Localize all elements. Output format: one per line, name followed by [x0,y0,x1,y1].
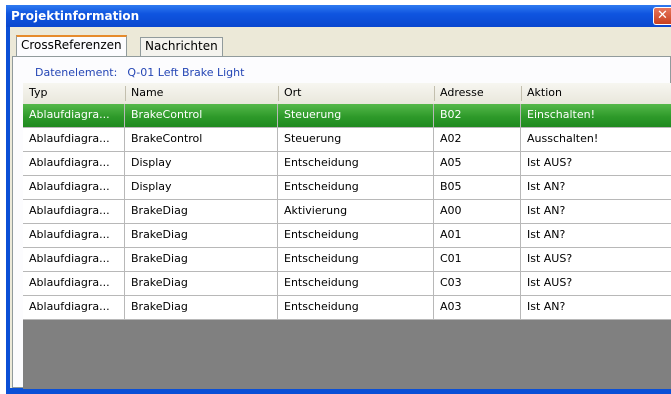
cell-aktion: Ist AN? [527,228,566,241]
tab-nachrichten[interactable]: Nachrichten [140,37,223,56]
cell-aktion: Ist AUS? [527,252,573,265]
cell-adresse: C01 [434,248,521,271]
cell-typ: Ablaufdiagra... [23,128,125,151]
cell-name: BrakeDiag [125,296,278,319]
cell-adresse: B05 [434,176,521,199]
cell-ort: Entscheidung [278,272,434,295]
crossref-table: Typ Name Ort Adresse Aktion Ablaufdiagra… [23,83,671,389]
cell-ort: Steuerung [278,128,434,151]
cell-adresse: A01 [434,224,521,247]
table-row[interactable]: Ablaufdiagra... BrakeControl Steuerung A02 A… [23,128,671,152]
column-header-aktion[interactable]: Aktion [521,83,671,104]
cell-name: BrakeDiag [125,200,278,223]
table-row[interactable]: Ablaufdiagra... BrakeControl Steuerung B02 E… [23,104,671,128]
cell-adresse: A02 [434,128,521,151]
cell-typ: Ablaufdiagra... [23,248,125,271]
column-header-adresse[interactable]: Adresse [434,83,521,104]
cell-aktion: Ist AN? [527,180,566,193]
table-header: Typ Name Ort Adresse Aktion [23,83,671,105]
cell-aktion: Ausschalten! [527,132,599,145]
close-button[interactable]: ✕ [653,7,671,25]
table-row[interactable]: Ablaufdiagra... BrakeDiag Entscheidung C03 I… [23,272,671,296]
cell-ort: Entscheidung [278,224,434,247]
cell-aktion: Ist AN? [527,204,566,217]
window-client-area: CrossReferenzen Nachrichten Datenelement… [10,27,671,389]
column-header-typ[interactable]: Typ [23,83,125,104]
table-body: Ablaufdiagra... BrakeControl Steuerung B02 E… [23,104,671,320]
cell-ort: Entscheidung [278,176,434,199]
cell-adresse: A00 [434,200,521,223]
table-row[interactable]: Ablaufdiagra... BrakeDiag Aktivierung A00 Is… [23,200,671,224]
cell-typ: Ablaufdiagra... [23,152,125,175]
cell-ort: Entscheidung [278,296,434,319]
cell-aktion: Ist AUS? [527,156,573,169]
tab-panel: Datenelement: Q-01 Left Brake Light Typ N… [12,56,671,389]
column-header-ort[interactable]: Ort [278,83,434,104]
cell-ort: Entscheidung [278,152,434,175]
cell-typ: Ablaufdiagra... [23,104,125,127]
cell-name: BrakeDiag [125,224,278,247]
cell-aktion: Ist AN? [527,300,566,313]
data-element-info: Datenelement: Q-01 Left Brake Light [35,66,254,79]
table-row[interactable]: Ablaufdiagra... BrakeDiag Entscheidung A03 I… [23,296,671,320]
cell-adresse: C03 [434,272,521,295]
cell-typ: Ablaufdiagra... [23,224,125,247]
cell-name: BrakeControl [125,128,278,151]
title-bar[interactable]: Projektinformation ✕ [6,5,671,27]
cell-adresse: A03 [434,296,521,319]
cell-adresse: B02 [434,104,521,127]
table-row[interactable]: Ablaufdiagra... Display Entscheidung A05 Ist… [23,152,671,176]
cell-typ: Ablaufdiagra... [23,296,125,319]
cell-aktion: Ist AUS? [527,276,573,289]
cell-typ: Ablaufdiagra... [23,176,125,199]
cell-name: Display [125,152,278,175]
tab-crossreferenzen[interactable]: CrossReferenzen [16,35,127,56]
cell-typ: Ablaufdiagra... [23,200,125,223]
cell-ort: Entscheidung [278,248,434,271]
cell-aktion: Einschalten! [527,108,595,121]
cell-name: Display [125,176,278,199]
data-element-value: Q-01 Left Brake Light [127,66,245,79]
table-row[interactable]: Ablaufdiagra... BrakeDiag Entscheidung C01 I… [23,248,671,272]
cell-name: BrakeDiag [125,272,278,295]
table-row[interactable]: Ablaufdiagra... BrakeDiag Entscheidung A01 I… [23,224,671,248]
close-icon: ✕ [657,8,668,23]
cell-name: BrakeControl [125,104,278,127]
cell-ort: Aktivierung [278,200,434,223]
cell-name: BrakeDiag [125,248,278,271]
data-element-label: Datenelement: [35,66,118,79]
cell-adresse: A05 [434,152,521,175]
project-info-window: Projektinformation ✕ CrossReferenzen Nac… [6,5,671,394]
window-title: Projektinformation [11,9,140,23]
table-row[interactable]: Ablaufdiagra... Display Entscheidung B05 Ist… [23,176,671,200]
column-header-name[interactable]: Name [125,83,278,104]
tab-label: CrossReferenzen [21,38,122,52]
cell-ort: Steuerung [278,104,434,127]
tab-label: Nachrichten [145,39,218,53]
cell-typ: Ablaufdiagra... [23,272,125,295]
